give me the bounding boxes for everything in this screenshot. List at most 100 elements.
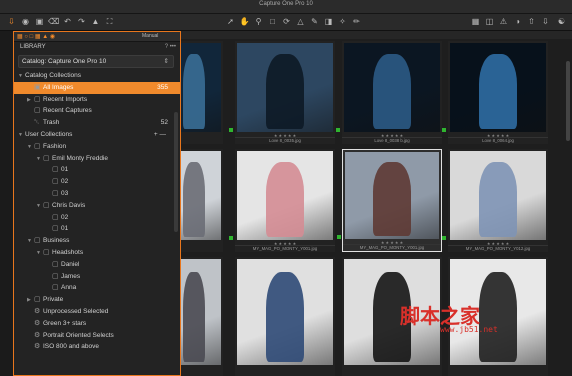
collection-item[interactable]: ⚙ ISO 800 and above: [14, 341, 180, 353]
thumbnail-cell[interactable]: ★ ★ ★ ★ ★ Love 8_0035.jpg: [229, 41, 335, 144]
catalog-select[interactable]: Catalog: Capture One Pro 10 ⇕: [18, 55, 174, 68]
annotate-icon[interactable]: ✏: [351, 16, 362, 27]
collection-item[interactable]: ▢ 01: [14, 223, 180, 235]
collection-item[interactable]: ␡ Trash 52: [14, 117, 180, 129]
glasses-icon[interactable]: ☯: [556, 16, 567, 27]
smart-album-icon: ⚙: [34, 319, 41, 327]
crop-icon[interactable]: □: [267, 16, 278, 27]
photo-subject: [478, 161, 518, 238]
thumbnail-image[interactable]: [450, 43, 546, 132]
photo-subject: [478, 271, 518, 362]
collection-item[interactable]: ⚙ Green 3+ stars: [14, 318, 180, 330]
collection-item[interactable]: ▢ 03: [14, 188, 180, 200]
thumbnail-cell[interactable]: ★ ★ ★ ★ ★ Love 8_0038 b.jpg: [336, 41, 442, 144]
keystone-icon[interactable]: △: [295, 16, 306, 27]
sidebar-scrollbar[interactable]: [174, 112, 178, 232]
collection-item[interactable]: ▢ 02: [14, 176, 180, 188]
thumbnail-image[interactable]: [181, 43, 221, 132]
browser-scrollbar[interactable]: [566, 61, 570, 141]
collection-label: Catalog Collections: [25, 72, 82, 79]
thumbnail-cell[interactable]: ★ ★ ★ ★ ★ MY_MAG_PO_MONTY_Y012.jpg: [442, 149, 548, 252]
paste-icon[interactable]: ⇩: [540, 16, 551, 27]
thumbnail-cell[interactable]: [181, 149, 223, 252]
thumbnail-cell[interactable]: [181, 41, 223, 144]
collection-item[interactable]: ▼ Catalog Collections: [14, 70, 180, 82]
undo-icon[interactable]: ↶: [62, 16, 73, 27]
picker-icon[interactable]: ✧: [337, 16, 348, 27]
collection-item[interactable]: ▼ User Collections + —: [14, 129, 180, 141]
collection-item[interactable]: ▼ ▢ Headshots: [14, 247, 180, 259]
collection-label: Business: [43, 237, 70, 245]
collection-item[interactable]: ▢ Daniel: [14, 259, 180, 271]
grid-view-icon[interactable]: ▦: [470, 16, 481, 27]
collection-item[interactable]: ⚙ Portrait Oriented Selects: [14, 330, 180, 342]
color-tag-icon[interactable]: [229, 128, 233, 132]
import-icon[interactable]: ⇩: [6, 16, 17, 27]
collection-item[interactable]: ▶ ▢ Private: [14, 294, 180, 306]
collection-item[interactable]: ▢ 02: [14, 212, 180, 224]
color-tag-icon[interactable]: [229, 236, 233, 240]
thumbnail-cell[interactable]: ★ ★ ★ ★ ★ MY_MAG_PO_MONTY_Y001.jpg: [337, 149, 442, 252]
camera-icon[interactable]: ▣: [34, 16, 45, 27]
brush-icon[interactable]: ✎: [309, 16, 320, 27]
thumbnail-image[interactable]: [345, 152, 439, 239]
rotate-icon[interactable]: ⟳: [281, 16, 292, 27]
compare-icon[interactable]: ◫: [484, 16, 495, 27]
apply-icon[interactable]: ▲: [90, 16, 101, 27]
color-tag-icon[interactable]: [442, 128, 446, 132]
collection-label: Chris Davis: [52, 201, 86, 209]
thumbnail-image[interactable]: [344, 43, 440, 132]
thumbnail-cell[interactable]: ★ ★ ★ ★ ★ Love 8_0064.jpg: [442, 41, 548, 144]
library-menu-icon[interactable]: ? •••: [165, 42, 176, 53]
color-tag-icon[interactable]: [336, 128, 340, 132]
collection-label: Fashion: [43, 142, 67, 150]
collection-item[interactable]: ▢ Anna: [14, 282, 180, 294]
thumbnail-cell[interactable]: [181, 257, 223, 376]
add-remove-collection-controls[interactable]: + —: [154, 129, 166, 141]
collection-item[interactable]: ⚙ Unprocessed Selected: [14, 306, 180, 318]
thumbnail-cell[interactable]: [235, 257, 335, 376]
thumbnail-filename: Love 8_0064.jpg: [448, 137, 548, 144]
folder-icon: ▢: [43, 154, 50, 162]
export-icon[interactable]: ⛶: [104, 16, 115, 27]
thumbnail-image[interactable]: [181, 259, 221, 365]
thumbnail-image[interactable]: [237, 259, 333, 365]
collection-label: Daniel: [61, 260, 80, 268]
folder-icon: ▢: [34, 107, 41, 115]
thumbnail-filename: Love 8_0035.jpg: [235, 137, 335, 144]
folder-icon: ▢: [52, 284, 59, 292]
library-tab-icon[interactable]: ▦ ○ □ ▦ ▲ ◉: [17, 33, 55, 42]
copy-icon[interactable]: ⇧: [526, 16, 537, 27]
zoom-icon[interactable]: ⚲: [253, 16, 264, 27]
collection-item[interactable]: ▢ James: [14, 271, 180, 283]
color-tag-icon[interactable]: [337, 235, 341, 239]
thumbnail-image[interactable]: [237, 43, 333, 132]
color-tag-icon[interactable]: [442, 236, 446, 240]
trash-icon[interactable]: ⌫: [48, 16, 59, 27]
redo-icon[interactable]: ↷: [76, 16, 87, 27]
thumbnail-image[interactable]: [237, 151, 333, 240]
thumbnail-cell[interactable]: ★ ★ ★ ★ ★ MY_MAG_PO_MONTY_Y001.jpg: [229, 149, 335, 252]
thumbnail-image[interactable]: [450, 151, 546, 240]
collection-item[interactable]: ▶ ▢ Recent Imports: [14, 94, 180, 106]
folder-icon: ▢: [43, 201, 50, 209]
window-title: Capture One Pro 10: [259, 1, 313, 7]
collection-item[interactable]: ▼ ▢ Chris Davis: [14, 200, 180, 212]
capture-icon[interactable]: ◉: [20, 16, 31, 27]
collection-item[interactable]: ▼ ▢ Emil Monty Freddie: [14, 153, 180, 165]
collection-item[interactable]: ▼ ▢ Fashion: [14, 141, 180, 153]
collection-label: All Images: [43, 83, 74, 91]
collection-label: User Collections: [25, 130, 73, 138]
thumbnail-image[interactable]: [181, 151, 221, 240]
mode-select[interactable]: Manual: [142, 32, 158, 41]
collection-item[interactable]: ▼ ▢ Business: [14, 235, 180, 247]
proof-icon[interactable]: ◑: [512, 16, 523, 27]
collection-item[interactable]: ▣ All Images 355: [14, 81, 180, 94]
pan-icon[interactable]: ✋: [239, 16, 250, 27]
cursor-icon[interactable]: ➚: [225, 16, 236, 27]
smart-album-icon: ⚙: [34, 343, 41, 351]
collection-item[interactable]: ▢ 01: [14, 164, 180, 176]
exposure-warning-icon[interactable]: ⚠: [498, 16, 509, 27]
eraser-icon[interactable]: ◨: [323, 16, 334, 27]
collection-item[interactable]: ▢ Recent Captures: [14, 105, 180, 117]
